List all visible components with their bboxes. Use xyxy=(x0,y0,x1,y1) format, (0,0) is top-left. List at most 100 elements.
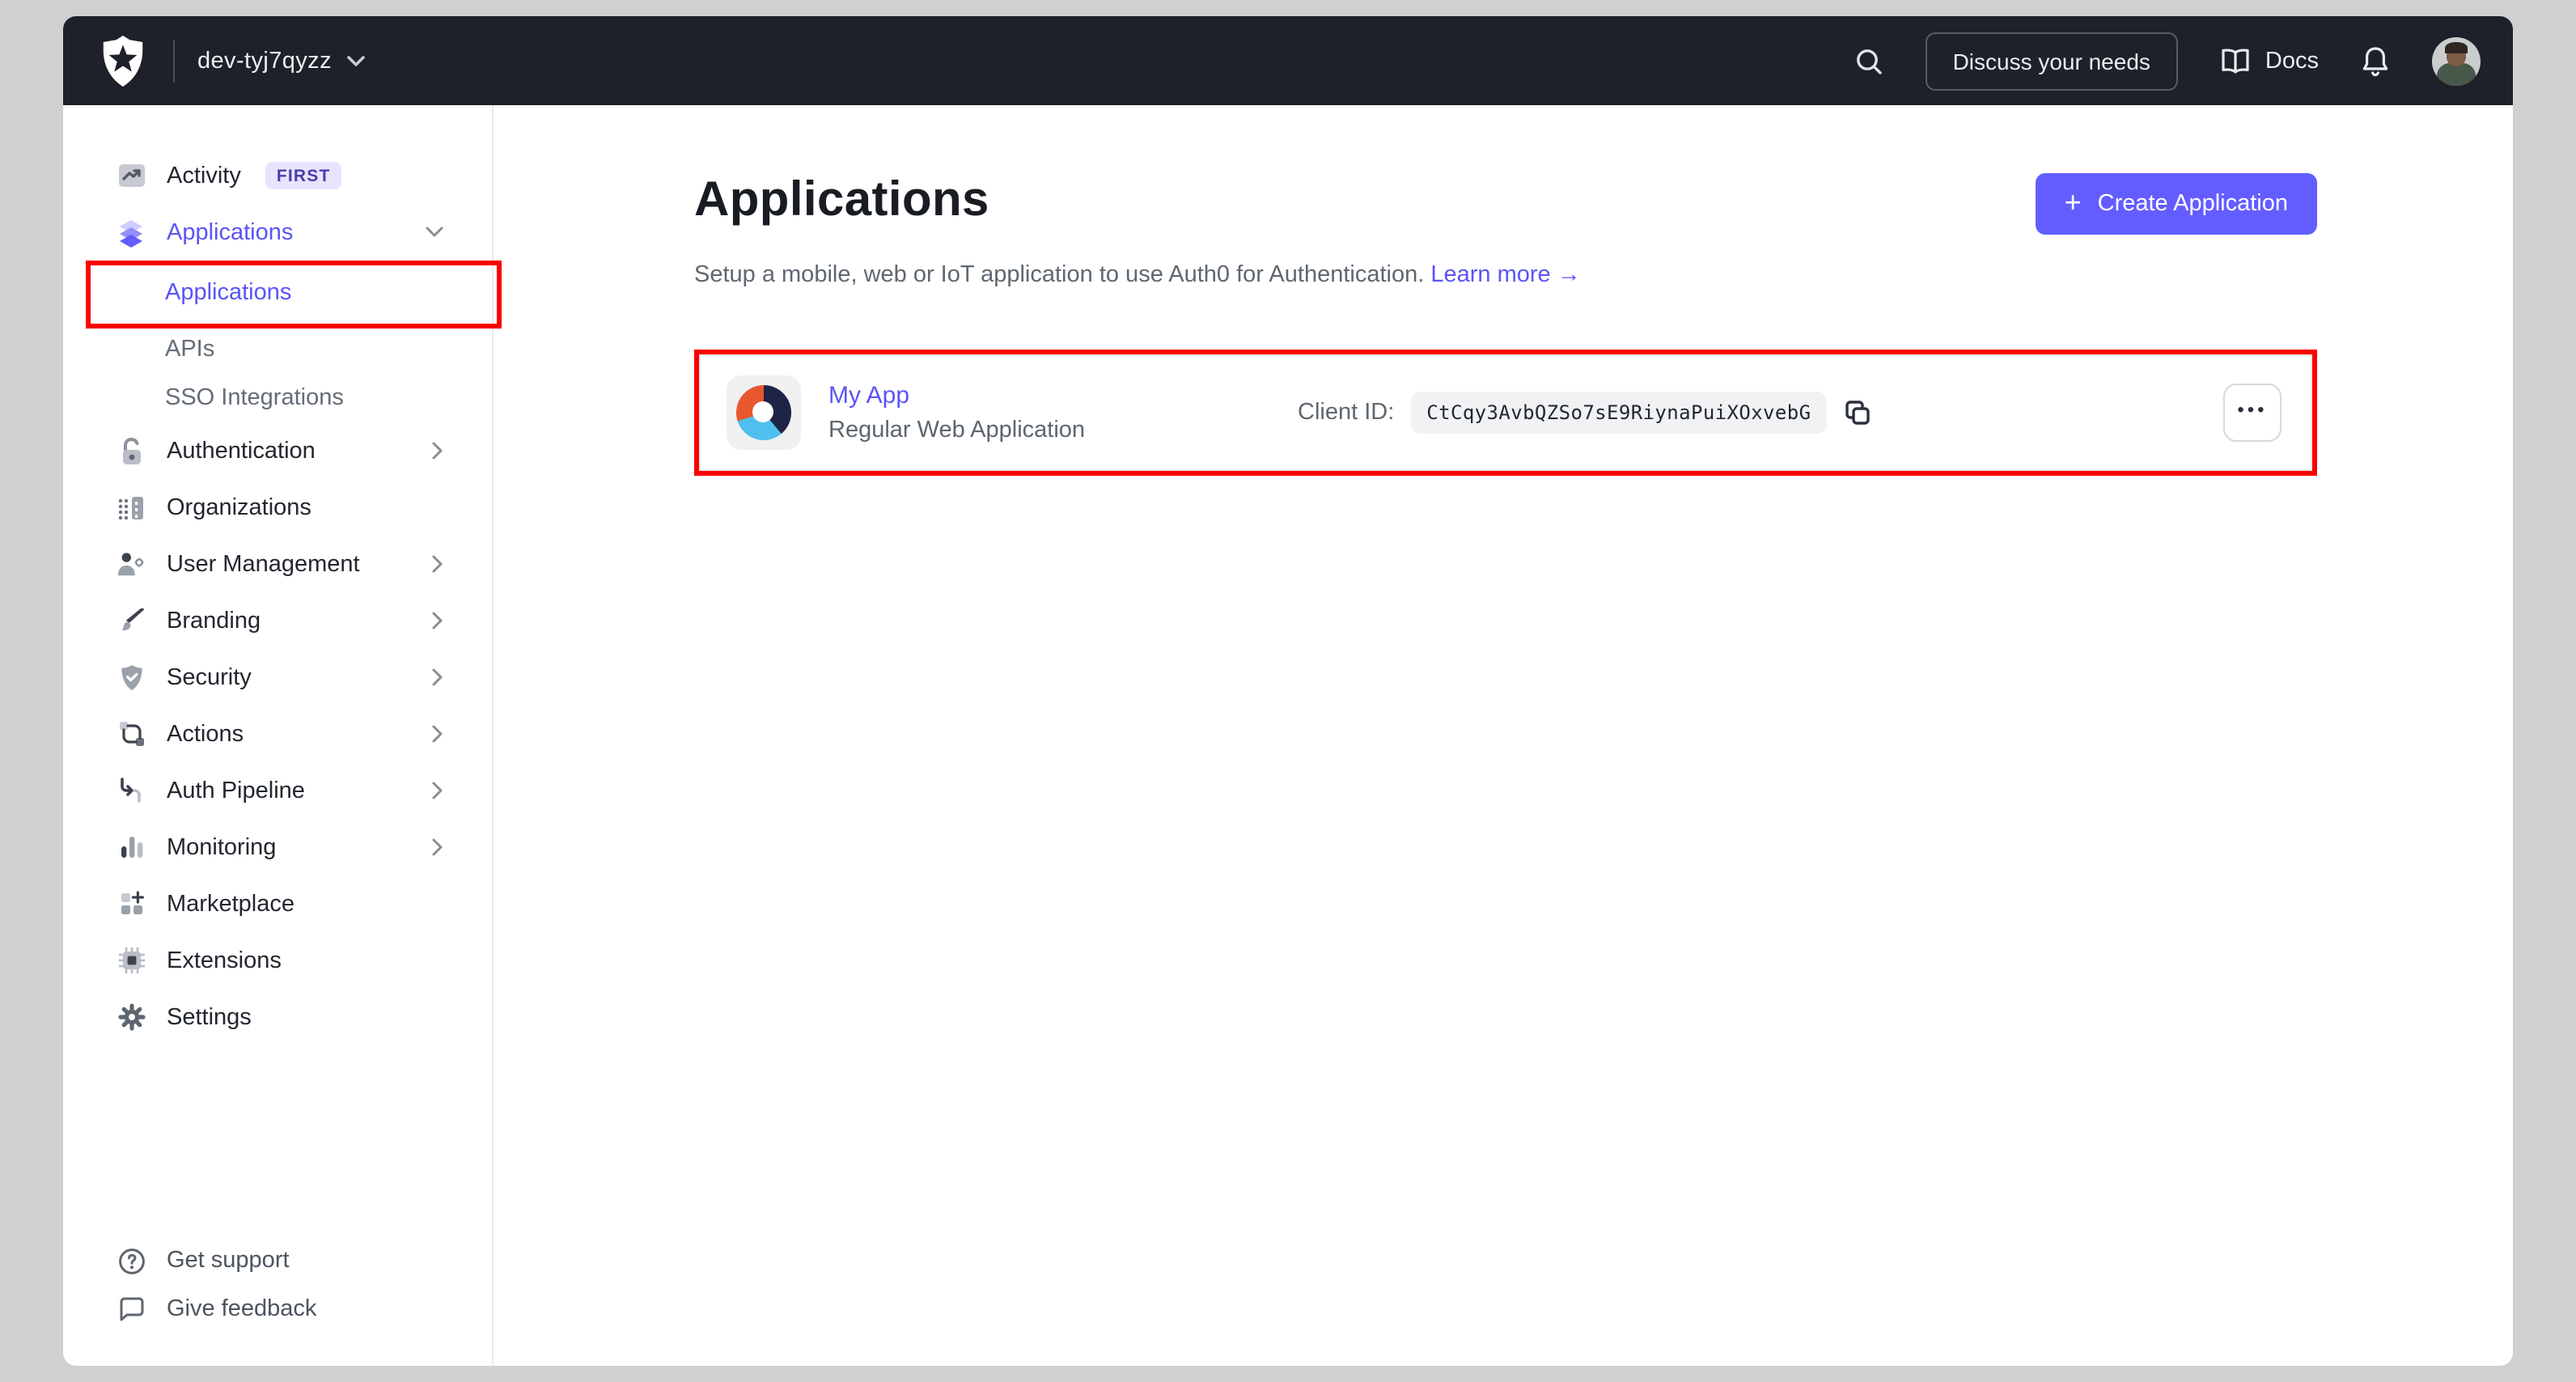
learn-more-label: Learn more xyxy=(1430,262,1551,288)
sidebar-item-actions[interactable]: Actions xyxy=(63,706,492,762)
sidebar-item-label: Auth Pipeline xyxy=(167,778,305,803)
chevron-right-icon xyxy=(432,555,443,573)
chevron-down-icon xyxy=(346,54,366,67)
first-badge: FIRST xyxy=(265,162,342,189)
book-icon xyxy=(2220,48,2251,74)
sidebar-item-label: Activity xyxy=(167,163,241,189)
sidebar-item-label: APIs xyxy=(165,337,215,362)
speech-bubble-icon xyxy=(117,1295,146,1324)
footer-link-label: Give feedback xyxy=(167,1296,317,1322)
sidebar-item-label: Security xyxy=(167,664,252,690)
sidebar-item-label: Authentication xyxy=(167,438,316,464)
sidebar-item-label: Monitoring xyxy=(167,834,277,860)
sidebar-footer: Get support Give feedback xyxy=(63,1236,492,1366)
sidebar-item-user-management[interactable]: User Management xyxy=(63,536,492,592)
create-application-button[interactable]: + Create Application xyxy=(2035,173,2317,235)
page-title: Applications xyxy=(694,173,989,227)
sidebar-item-marketplace[interactable]: Marketplace xyxy=(63,875,492,932)
shield-check-icon xyxy=(117,663,146,692)
sidebar-item-label: Organizations xyxy=(167,494,311,520)
chevron-right-icon xyxy=(432,725,443,743)
sidebar-item-label: SSO Integrations xyxy=(165,385,344,411)
sidebar-item-branding[interactable]: Branding xyxy=(63,592,492,649)
user-avatar[interactable] xyxy=(2432,36,2481,85)
sidebar-item-monitoring[interactable]: Monitoring xyxy=(63,819,492,875)
chip-icon xyxy=(117,946,146,975)
auth0-dashboard-window: dev-tyj7qyzz Discuss your needs Docs Act… xyxy=(63,16,2513,1366)
sidebar-item-label: Extensions xyxy=(167,947,282,973)
sidebar-subitem-applications[interactable]: Applications xyxy=(63,261,492,325)
chevron-right-icon xyxy=(432,782,443,799)
learn-more-link[interactable]: Learn more → xyxy=(1430,262,1580,288)
main-content: Applications + Create Application Setup … xyxy=(494,105,2513,1366)
arrow-right-icon: → xyxy=(1557,262,1581,288)
highlight-rectangle-application-row: My App Regular Web Application Client ID… xyxy=(694,350,2317,476)
sidebar-item-label: Settings xyxy=(167,1004,252,1030)
discuss-your-needs-button[interactable]: Discuss your needs xyxy=(1925,32,2178,90)
avatar-hair xyxy=(2445,41,2468,53)
give-feedback-link[interactable]: Give feedback xyxy=(63,1285,492,1333)
sidebar-item-label: Actions xyxy=(167,721,244,747)
pipeline-arrows-icon xyxy=(117,776,146,805)
layers-icon xyxy=(117,218,146,247)
bar-chart-icon xyxy=(117,833,146,862)
user-gear-icon xyxy=(117,549,146,579)
client-id-value: CtCqy3AvbQZSo7sE9RiynaPuiXOxvebG xyxy=(1410,392,1828,434)
sidebar-subitem-apis[interactable]: APIs xyxy=(63,325,492,374)
sidebar-item-security[interactable]: Security xyxy=(63,649,492,706)
sidebar-item-extensions[interactable]: Extensions xyxy=(63,932,492,989)
copy-icon[interactable] xyxy=(1843,398,1872,427)
activity-icon xyxy=(117,161,146,190)
sidebar-item-label: User Management xyxy=(167,551,360,577)
sidebar-item-label: Marketplace xyxy=(167,891,294,917)
donut-logo-icon xyxy=(736,385,791,440)
building-icon xyxy=(117,493,146,522)
create-application-label: Create Application xyxy=(2097,191,2288,217)
search-icon[interactable] xyxy=(1854,46,1883,75)
ellipsis-icon: ••• xyxy=(2237,398,2268,421)
sidebar-item-label: Applications xyxy=(165,280,292,306)
chevron-right-icon xyxy=(432,838,443,856)
gear-icon xyxy=(117,1003,146,1032)
sidebar-item-applications[interactable]: Applications xyxy=(63,204,492,261)
client-id-label: Client ID: xyxy=(1298,400,1395,426)
bell-icon[interactable] xyxy=(2361,45,2390,77)
row-menu-button[interactable]: ••• xyxy=(2223,384,2282,442)
plus-icon: + xyxy=(2064,186,2082,218)
sidebar-item-activity[interactable]: Activity FIRST xyxy=(63,147,492,204)
docs-link[interactable]: Docs xyxy=(2220,48,2319,74)
application-logo xyxy=(727,375,801,450)
sidebar: Activity FIRST Applications Applications xyxy=(63,105,502,1366)
sidebar-item-authentication[interactable]: Authentication xyxy=(63,422,492,479)
application-name-link[interactable]: My App xyxy=(828,382,1298,409)
footer-link-label: Get support xyxy=(167,1248,290,1274)
application-type: Regular Web Application xyxy=(828,418,1086,443)
chevron-right-icon xyxy=(432,668,443,686)
question-circle-icon xyxy=(117,1246,146,1275)
sidebar-item-label: Applications xyxy=(167,219,294,245)
get-support-link[interactable]: Get support xyxy=(63,1236,492,1285)
subtitle-text: Setup a mobile, web or IoT application t… xyxy=(694,262,1425,288)
paintbrush-icon xyxy=(117,606,146,635)
docs-label: Docs xyxy=(2265,48,2319,74)
application-row[interactable]: My App Regular Web Application Client ID… xyxy=(699,354,2312,471)
topbar: dev-tyj7qyzz Discuss your needs Docs xyxy=(63,16,2513,105)
sidebar-item-settings[interactable]: Settings xyxy=(63,989,492,1045)
sidebar-subitem-sso-integrations[interactable]: SSO Integrations xyxy=(63,374,492,422)
marketplace-grid-icon xyxy=(117,889,146,918)
sidebar-item-auth-pipeline[interactable]: Auth Pipeline xyxy=(63,762,492,819)
sidebar-item-organizations[interactable]: Organizations xyxy=(63,479,492,536)
screenshot-stage: dev-tyj7qyzz Discuss your needs Docs Act… xyxy=(0,0,2576,1382)
sidebar-item-label: Branding xyxy=(167,608,261,634)
flow-icon xyxy=(117,719,146,748)
chevron-right-icon xyxy=(432,442,443,460)
lock-icon xyxy=(117,436,146,465)
tenant-name: dev-tyj7qyzz xyxy=(197,48,332,74)
topbar-divider xyxy=(173,40,175,82)
page-subtitle: Setup a mobile, web or IoT application t… xyxy=(694,262,2317,288)
avatar-shirt xyxy=(2437,62,2476,85)
auth0-logo-icon[interactable] xyxy=(99,35,147,87)
chevron-right-icon xyxy=(432,612,443,630)
chevron-down-icon xyxy=(426,227,443,238)
tenant-switcher[interactable]: dev-tyj7qyzz xyxy=(197,48,366,74)
